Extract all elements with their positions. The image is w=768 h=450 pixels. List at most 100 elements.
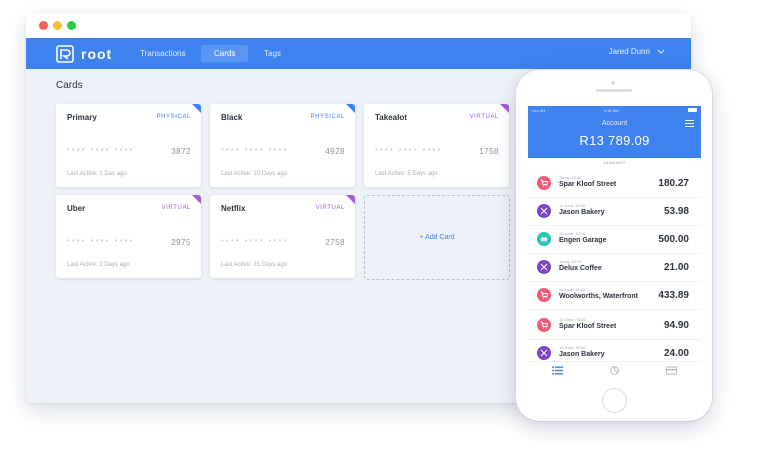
card-type-badge: PHYSICAL — [310, 114, 345, 120]
utensils-icon — [537, 346, 551, 360]
card-type-badge: VIRTUAL — [315, 205, 345, 211]
transaction-amount: 24.00 — [663, 348, 689, 359]
card-last4: 2975 — [171, 238, 191, 247]
month-label: JANUARY — [603, 160, 626, 165]
transaction-row[interactable]: Today, 12:30 Spar Kloof Street 180.27 — [528, 169, 701, 198]
chevron-down-icon — [657, 49, 665, 54]
transaction-merchant: Spar Kloof Street — [559, 323, 617, 330]
hamburger-menu-icon[interactable] — [685, 120, 694, 127]
user-menu[interactable]: Jared Dunn — [609, 47, 665, 56]
card-name: Takealot — [375, 113, 407, 122]
transaction-amount: 500.00 — [658, 234, 689, 245]
nav-transactions[interactable]: Transactions — [127, 45, 199, 62]
transaction-merchant: Delux Coffee — [559, 265, 602, 272]
card-primary[interactable]: Primary PHYSICAL **** **** **** 3872 Las… — [56, 104, 201, 187]
browser-titlebar — [26, 13, 691, 39]
card-last4: 2758 — [325, 238, 345, 247]
status-bar: ••••• 3H 9:41 AM — [532, 108, 697, 114]
maximize-window-button[interactable] — [67, 21, 76, 30]
transaction-row[interactable]: 11 June, 16:20 Woolworths, Waterfront 43… — [528, 281, 701, 310]
card-last4: 3872 — [171, 147, 191, 156]
card-number-masked: **** **** **** — [221, 239, 289, 246]
page-title: Cards — [56, 80, 83, 91]
card-last-active: Last Active: 2 Days ago — [67, 262, 130, 268]
cart-icon — [537, 288, 551, 302]
mobile-tab-bar — [528, 361, 701, 379]
transaction-amount: 433.89 — [658, 290, 689, 301]
transaction-merchant: Woolworths, Waterfront — [559, 293, 638, 300]
mobile-account-header: ••••• 3H 9:41 AM Account R13 789.09 — [528, 106, 701, 158]
pie-chart-icon[interactable] — [609, 366, 620, 375]
transaction-date: 10 June, 09:09 — [559, 345, 586, 350]
transaction-amount: 21.00 — [663, 262, 689, 273]
card-last-active: Last Active: 10 Days ago — [221, 171, 288, 177]
battery-icon — [688, 108, 697, 112]
transaction-amount: 53.98 — [663, 206, 689, 217]
card-number-masked: **** **** **** — [67, 239, 135, 246]
card-type-corner — [346, 195, 355, 204]
nav-tags[interactable]: Tags — [251, 45, 294, 62]
card-name: Black — [221, 113, 243, 122]
close-window-button[interactable] — [39, 21, 48, 30]
utensils-icon — [537, 204, 551, 218]
nav-cards[interactable]: Cards — [201, 45, 249, 62]
user-name: Jared Dunn — [608, 47, 650, 56]
transaction-row[interactable]: 11 June, 16:20 Jason Bakery 53.98 — [528, 197, 701, 226]
card-icon[interactable] — [666, 366, 677, 375]
card-last4: 4928 — [325, 147, 345, 156]
minimize-window-button[interactable] — [53, 21, 62, 30]
card-number-masked: **** **** **** — [375, 148, 443, 155]
transaction-merchant: Jason Bakery — [559, 209, 605, 216]
card-takealot[interactable]: Takealot VIRTUAL **** **** **** 1758 Las… — [364, 104, 509, 187]
transaction-date: Today, 12:30 — [559, 175, 582, 180]
transaction-date: 10 June, 14:16 — [559, 231, 586, 236]
card-last-active: Last Active: 5 Days ago — [375, 171, 438, 177]
card-name: Primary — [67, 113, 97, 122]
top-navbar: root Transactions Cards Tags Jared Dunn — [26, 38, 691, 69]
transaction-merchant: Jason Bakery — [559, 351, 605, 358]
transaction-row[interactable]: Today, 12:22 Delux Coffee 21.00 — [528, 253, 701, 282]
transaction-amount: 180.27 — [658, 178, 689, 189]
brand-name: root — [81, 46, 113, 62]
phone-screen: ••••• 3H 9:41 AM Account R13 789.09 JANU… — [528, 106, 701, 379]
transaction-date: 10 June, 09:30 — [559, 317, 586, 322]
card-number-masked: **** **** **** — [67, 148, 135, 155]
transaction-amount: 94.90 — [663, 320, 689, 331]
card-type-badge: VIRTUAL — [161, 205, 191, 211]
phone-speaker — [596, 89, 632, 92]
phone-home-button[interactable] — [602, 388, 627, 413]
account-balance: R13 789.09 — [579, 133, 650, 148]
card-type-corner — [192, 195, 201, 204]
card-type-corner — [346, 104, 355, 113]
root-logo-icon — [56, 45, 74, 63]
transaction-merchant: Spar Kloof Street — [559, 181, 617, 188]
card-last-active: Last Active: 15 Days ago — [221, 262, 288, 268]
card-last4: 1758 — [479, 147, 499, 156]
card-netflix[interactable]: Netflix VIRTUAL **** **** **** 2758 Last… — [210, 195, 355, 278]
card-type-badge: PHYSICAL — [156, 114, 191, 120]
card-type-corner — [500, 104, 509, 113]
card-uber[interactable]: Uber VIRTUAL **** **** **** 2975 Last Ac… — [56, 195, 201, 278]
transaction-merchant: Engen Garage — [559, 237, 607, 244]
utensils-icon — [537, 260, 551, 274]
card-name: Netflix — [221, 204, 246, 213]
card-black[interactable]: Black PHYSICAL **** **** **** 4928 Last … — [210, 104, 355, 187]
phone-camera — [611, 81, 615, 85]
list-icon[interactable] — [552, 366, 563, 375]
brand-logo[interactable]: root — [56, 45, 112, 63]
mobile-title: Account — [601, 120, 628, 127]
add-card-button[interactable]: + Add Card — [364, 195, 510, 280]
transaction-date: 11 June, 16:20 — [559, 203, 586, 208]
transaction-row[interactable]: 10 June, 14:16 Engen Garage 500.00 — [528, 225, 701, 254]
card-number-masked: **** **** **** — [221, 148, 289, 155]
card-type-corner — [192, 104, 201, 113]
transaction-row[interactable]: 10 June, 09:30 Spar Kloof Street 94.90 — [528, 311, 701, 340]
card-name: Uber — [67, 204, 86, 213]
card-last-active: Last Active: 1 Day ago — [67, 171, 127, 177]
phone-mockup: ••••• 3H 9:41 AM Account R13 789.09 JANU… — [516, 70, 712, 421]
status-time: 9:41 AM — [604, 108, 619, 113]
card-type-badge: VIRTUAL — [469, 114, 499, 120]
transaction-date: Today, 12:22 — [559, 259, 582, 264]
status-carrier: ••••• 3H — [532, 108, 546, 113]
cart-icon — [537, 176, 551, 190]
